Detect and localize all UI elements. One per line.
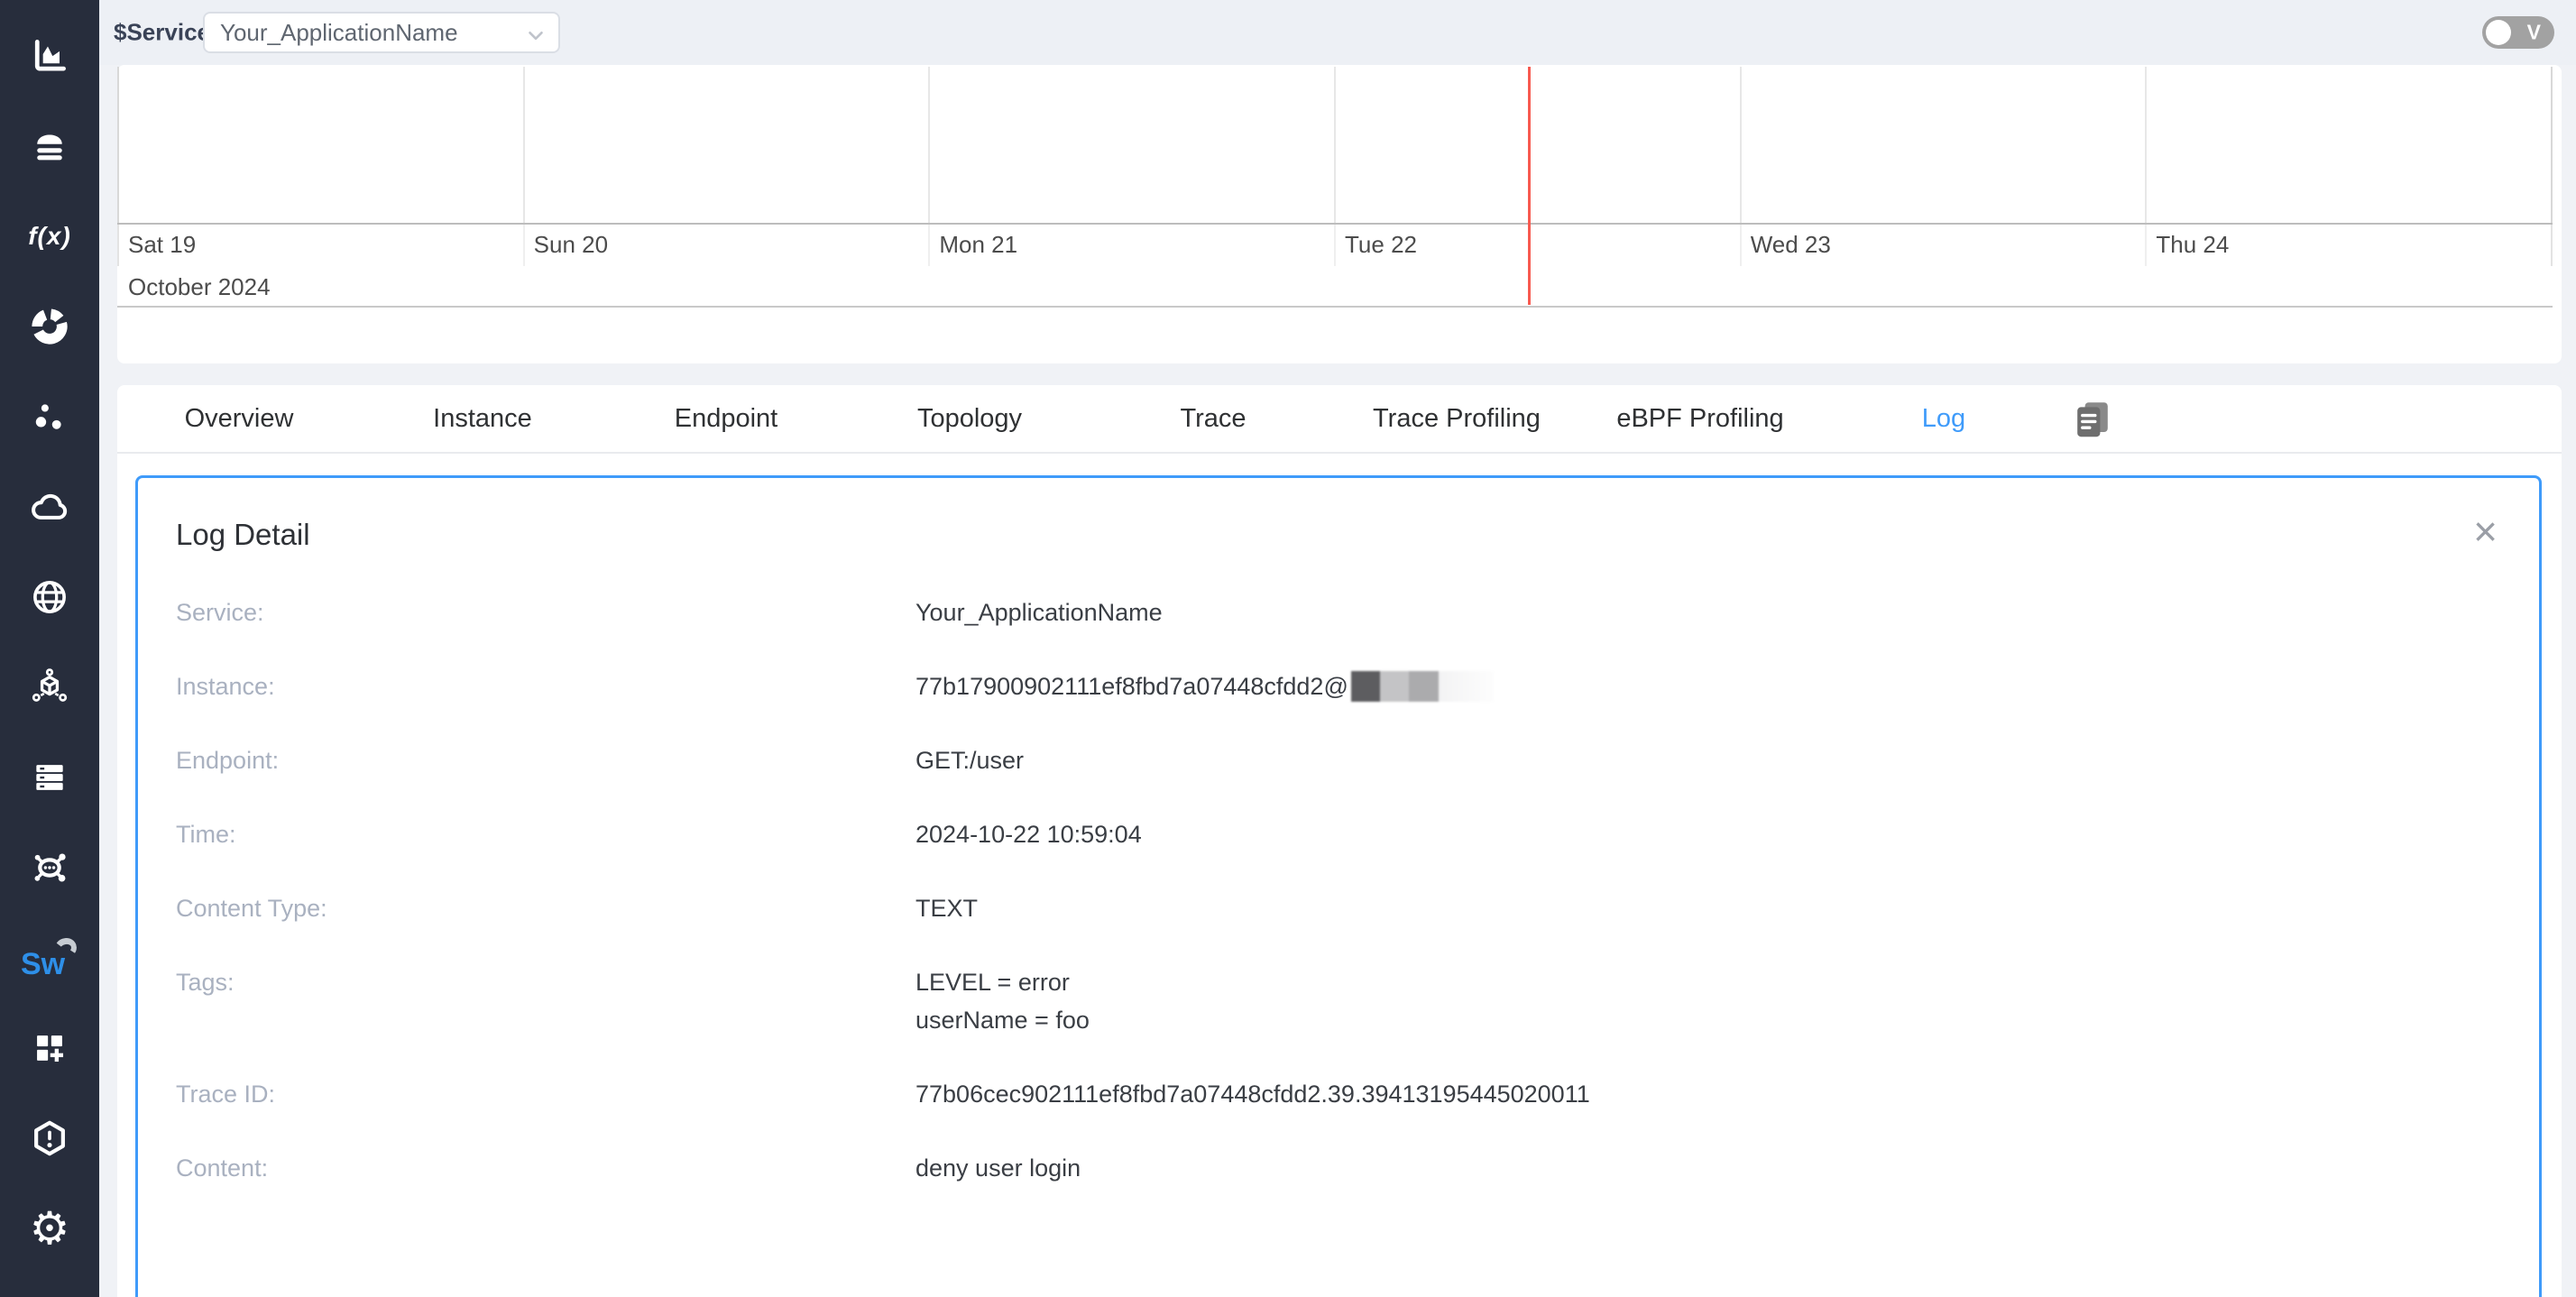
toggle-label: V bbox=[2527, 21, 2541, 45]
service-variable-label: $Service bbox=[114, 19, 210, 47]
field-row-tags: Tags: LEVEL = error userName = foo bbox=[138, 945, 2539, 1057]
timeline-cell[interactable] bbox=[930, 67, 1336, 223]
field-row-content: Content: deny user login bbox=[138, 1131, 2539, 1205]
field-value: LEVEL = error userName = foo bbox=[915, 963, 1090, 1039]
day-label: Thu 24 bbox=[2147, 225, 2551, 266]
field-row-endpoint: Endpoint: GET:/user bbox=[138, 723, 2539, 797]
tabs-card: Overview Instance Endpoint Topology Trac… bbox=[117, 385, 2562, 1297]
function-icon: f(x) bbox=[28, 222, 71, 251]
log-detail-panel: Log Detail × Service: Your_ApplicationNa… bbox=[135, 475, 2542, 1297]
current-time-marker bbox=[1528, 67, 1531, 305]
day-label: Tue 22 bbox=[1336, 225, 1742, 266]
field-row-service: Service: Your_ApplicationName bbox=[138, 575, 2539, 649]
cube-network-icon bbox=[30, 667, 69, 707]
sidebar-item-functions[interactable]: f(x) bbox=[0, 191, 99, 281]
skywalking-logo: Sw bbox=[21, 936, 78, 980]
server-list-icon bbox=[30, 758, 69, 797]
timeline-chart bbox=[117, 67, 2553, 223]
day-label: Mon 21 bbox=[930, 225, 1336, 266]
redacted-address-block bbox=[1351, 671, 1494, 702]
sidebar-item-skywalking[interactable]: Sw bbox=[0, 913, 99, 1003]
timeline-cell[interactable] bbox=[119, 67, 525, 223]
timeline-cell[interactable] bbox=[1336, 67, 1742, 223]
topbar: $Service Your_ApplicationName V bbox=[99, 0, 2576, 65]
field-label: Instance: bbox=[138, 673, 915, 701]
day-label: Wed 23 bbox=[1742, 225, 2148, 266]
field-value: 2024-10-22 10:59:04 bbox=[915, 815, 1142, 853]
service-select[interactable]: Your_ApplicationName bbox=[203, 12, 560, 53]
cloud-icon bbox=[29, 486, 70, 528]
field-row-trace-id: Trace ID: 77b06cec902111ef8fbd7a07448cfd… bbox=[138, 1057, 2539, 1131]
sidebar-item-pie[interactable] bbox=[0, 281, 99, 372]
sidebar-item-topology[interactable] bbox=[0, 823, 99, 913]
timeline-month-label: October 2024 bbox=[117, 266, 2553, 308]
sidebar-item-service-mesh[interactable] bbox=[0, 642, 99, 732]
field-label: Service: bbox=[138, 599, 915, 627]
pie-chart-icon bbox=[30, 307, 69, 346]
field-label: Endpoint: bbox=[138, 747, 915, 775]
sidebar-item-alerting[interactable] bbox=[0, 1093, 99, 1183]
sidebar-item-scatter[interactable] bbox=[0, 372, 99, 462]
field-row-content-type: Content Type: TEXT bbox=[138, 871, 2539, 945]
service-select-value: Your_ApplicationName bbox=[220, 19, 458, 47]
field-label: Time: bbox=[138, 821, 915, 849]
field-label: Content Type: bbox=[138, 895, 915, 923]
version-toggle[interactable]: V bbox=[2482, 16, 2554, 49]
alert-hexagon-icon bbox=[30, 1118, 69, 1158]
dashboard-add-icon bbox=[30, 1028, 69, 1068]
globe-icon bbox=[30, 577, 69, 617]
day-label: Sat 19 bbox=[119, 225, 525, 266]
tab-instance[interactable]: Instance bbox=[361, 385, 604, 452]
layers-icon bbox=[30, 126, 69, 166]
tab-bar: Overview Instance Endpoint Topology Trac… bbox=[117, 385, 2562, 454]
tab-log[interactable]: Log bbox=[1822, 385, 2065, 452]
tab-trace[interactable]: Trace bbox=[1091, 385, 1335, 452]
tab-trace-profiling[interactable]: Trace Profiling bbox=[1335, 385, 1578, 452]
field-label: Trace ID: bbox=[138, 1081, 915, 1108]
timeline-day-labels: Sat 19 Sun 20 Mon 21 Tue 22 Wed 23 Thu 2… bbox=[117, 225, 2553, 266]
sidebar-item-infrastructure[interactable] bbox=[0, 732, 99, 823]
skywalking-log-page: { "topbar": { "service_label": "$Service… bbox=[0, 0, 2576, 1297]
field-label: Tags: bbox=[138, 963, 915, 1001]
field-value: Your_ApplicationName bbox=[915, 593, 1163, 631]
tab-ebpf-profiling[interactable]: eBPF Profiling bbox=[1578, 385, 1822, 452]
scatter-icon bbox=[30, 397, 69, 437]
field-row-time: Time: 2024-10-22 10:59:04 bbox=[138, 797, 2539, 871]
sidebar-item-cloud[interactable] bbox=[0, 462, 99, 552]
sidebar: f(x) Sw ⚙ bbox=[0, 0, 99, 1297]
log-list-icon bbox=[2071, 398, 2114, 441]
field-row-instance: Instance: 77b17900902111ef8fbd7a07448cfd… bbox=[138, 649, 2539, 723]
close-icon[interactable]: × bbox=[2473, 511, 2498, 552]
sidebar-item-dashboards[interactable] bbox=[0, 1003, 99, 1093]
timeline-cell[interactable] bbox=[1742, 67, 2148, 223]
bar-chart-icon bbox=[30, 36, 69, 76]
tab-overview[interactable]: Overview bbox=[117, 385, 361, 452]
log-detail-fields: Service: Your_ApplicationName Instance: … bbox=[138, 575, 2539, 1205]
tab-endpoint[interactable]: Endpoint bbox=[604, 385, 848, 452]
field-value: deny user login bbox=[915, 1149, 1081, 1187]
tab-topology[interactable]: Topology bbox=[848, 385, 1091, 452]
toggle-knob bbox=[2486, 20, 2511, 45]
chevron-down-icon bbox=[524, 23, 547, 47]
sidebar-item-general-service[interactable] bbox=[0, 11, 99, 101]
field-value: GET:/user bbox=[915, 741, 1024, 779]
field-value: 77b06cec902111ef8fbd7a07448cfdd2.39.3941… bbox=[915, 1075, 1590, 1113]
log-list-button[interactable] bbox=[2065, 396, 2120, 443]
sidebar-item-browser[interactable] bbox=[0, 552, 99, 642]
timeline-cell[interactable] bbox=[2147, 67, 2551, 223]
timeline-card: Sat 19 Sun 20 Mon 21 Tue 22 Wed 23 Thu 2… bbox=[117, 65, 2562, 363]
field-value: TEXT bbox=[915, 889, 978, 927]
timeline-cell[interactable] bbox=[525, 67, 931, 223]
field-value: 77b17900902111ef8fbd7a07448cfdd2@ bbox=[915, 667, 1494, 705]
day-label: Sun 20 bbox=[525, 225, 931, 266]
settings-gear-icon: ⚙ bbox=[30, 1206, 70, 1251]
field-label: Content: bbox=[138, 1154, 915, 1182]
sidebar-item-settings[interactable]: ⚙ bbox=[0, 1183, 99, 1274]
panel-title: Log Detail bbox=[176, 518, 310, 552]
sidebar-item-layers[interactable] bbox=[0, 101, 99, 191]
topology-icon bbox=[29, 847, 70, 888]
